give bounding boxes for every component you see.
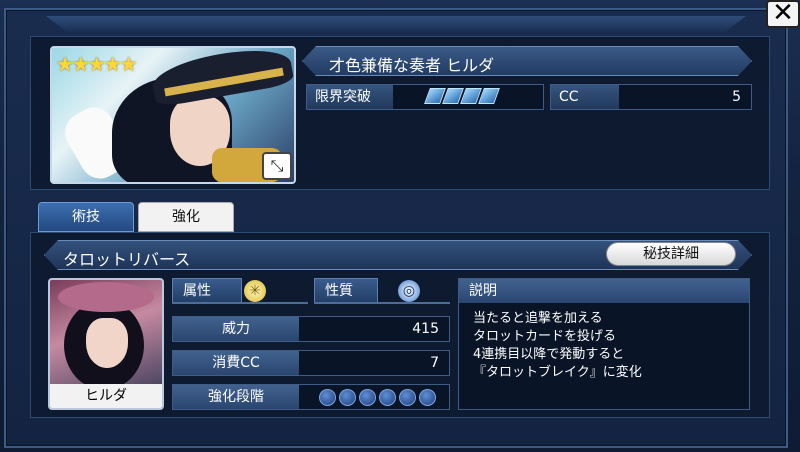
power-value: 415 [412,321,439,337]
tab-skill[interactable]: 術技 [38,202,134,232]
limit-break-diamond-icon [478,88,500,104]
power-row: 威力 415 [172,316,450,342]
power-label: 威力 [173,317,299,341]
thumb-face [86,318,128,368]
tab-enhance[interactable]: 強化 [138,202,234,232]
cc-cost-label: 消費CC [173,351,299,375]
character-name: ヒルダ [50,384,162,408]
nature-label: 性質 [314,278,378,304]
enhance-dot-icon [379,389,396,406]
enhance-dot-icon [339,389,356,406]
light-element-icon: ✳ [244,280,266,302]
character-portrait: ★★★★★ ⤡ [50,46,296,184]
attribute-underline [172,302,308,304]
nature-underline [314,302,450,304]
description-line: 当たると追撃を加える [473,311,603,326]
attribute-label: 属性 [172,278,242,304]
rarity-stars: ★★★★★ [56,52,138,76]
frame-header-bar [46,16,746,32]
character-thumbnail: ヒルダ [48,278,164,410]
description-line: 『タロットブレイク』に変化 [473,365,642,380]
card-title-bar: 才色兼備な奏者 ヒルダ [302,46,752,76]
close-button[interactable]: ✕ [766,0,800,28]
description-panel: 説明 当たると追撃を加える タロットカードを投げる 4連携目以降で発動すると 『… [458,278,750,410]
skill-name: タロットリバース [63,250,191,269]
enhance-level-row: 強化段階 [172,384,450,410]
limit-break-diamonds [424,88,500,104]
cc-cost-row: 消費CC 7 [172,350,450,376]
enhance-dot-icon [359,389,376,406]
expand-icon[interactable]: ⤡ [262,152,292,180]
cc-value: 5 [732,89,741,105]
thumb-hat [58,282,154,312]
enhance-dot-icon [419,389,436,406]
enhance-dot-icon [399,389,416,406]
cc-row: CC 5 [550,84,752,110]
card-title: 才色兼備な奏者 ヒルダ [329,56,495,75]
description-title: 説明 [459,279,749,303]
wave-icon: ◎ [398,280,420,302]
enhance-level-label: 強化段階 [173,385,299,409]
enhance-dot-icon [319,389,336,406]
limit-break-row: 限界突破 [306,84,544,110]
description-line: 4連携目以降で発動すると [473,347,625,362]
enhance-level-dots [319,389,436,406]
cc-cost-value: 7 [430,355,439,371]
description-line: タロットカードを投げる [473,329,617,344]
secret-skill-detail-button[interactable]: 秘技詳細 [606,242,736,266]
cc-label: CC [551,85,619,109]
limit-break-label: 限界突破 [307,85,393,109]
